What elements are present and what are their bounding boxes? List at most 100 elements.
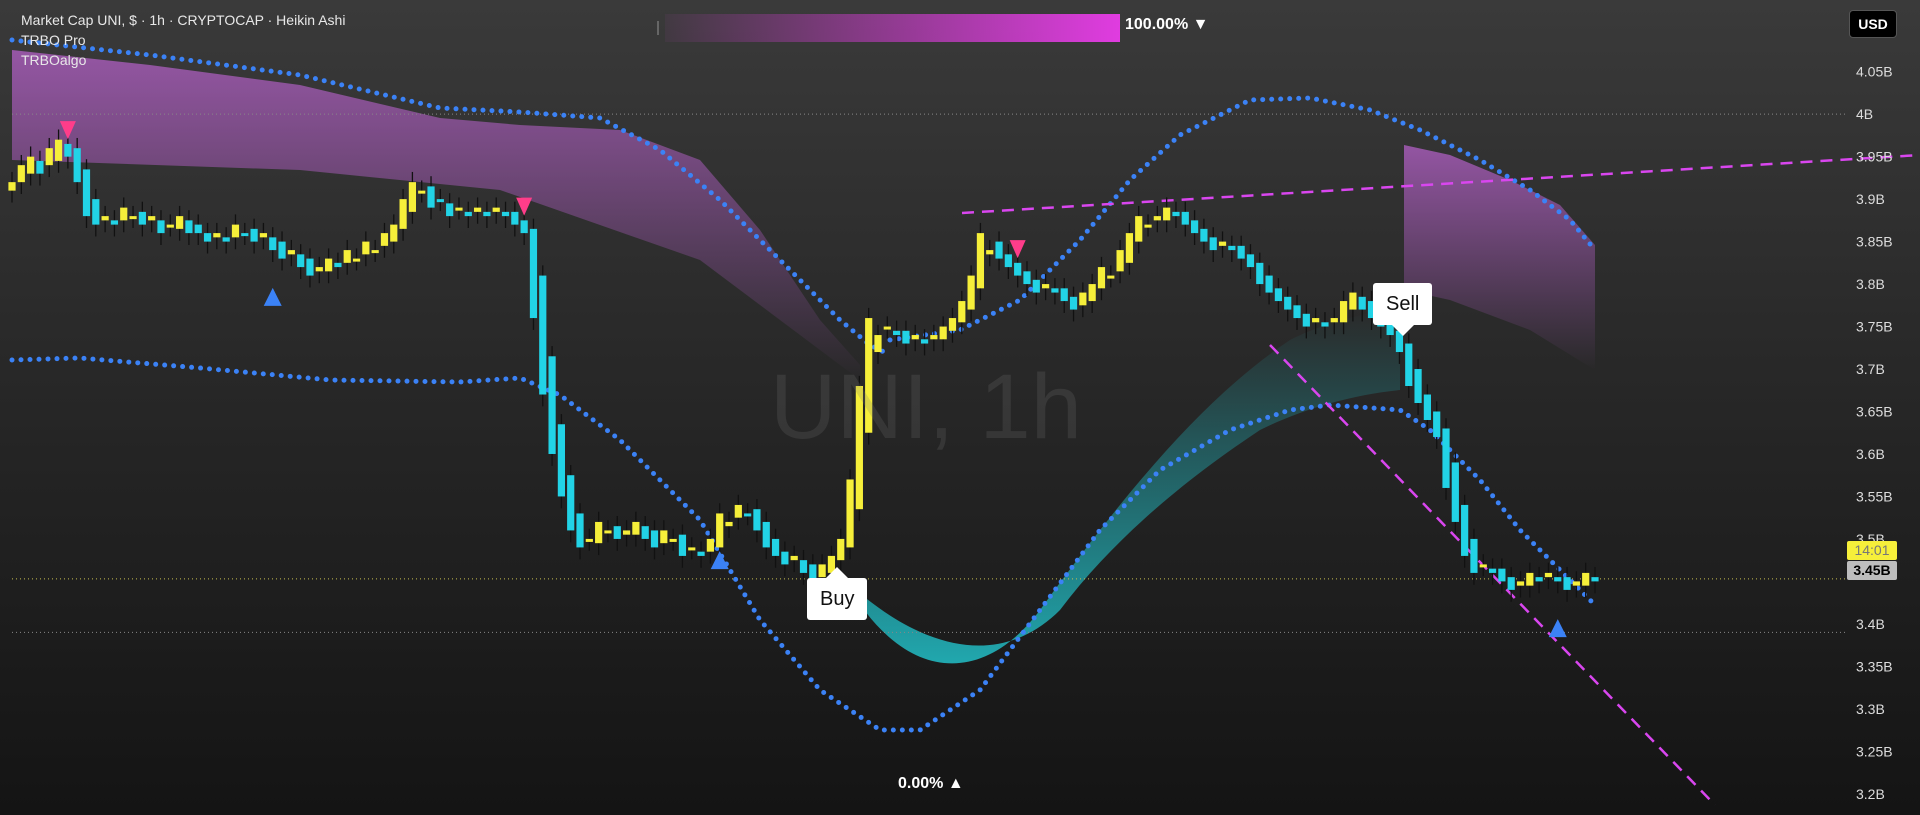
- candle-body: [1405, 343, 1413, 387]
- candle-body: [36, 160, 44, 174]
- candle-body: [315, 267, 323, 272]
- candle-body: [697, 551, 705, 556]
- candle-body: [287, 250, 295, 255]
- candle-body: [231, 224, 240, 238]
- candle-body: [222, 237, 230, 242]
- candle-body: [548, 356, 556, 454]
- candle-body: [1014, 262, 1022, 276]
- candle-body: [8, 182, 16, 191]
- candle-body: [1032, 279, 1040, 293]
- candle-body: [176, 216, 184, 229]
- candle-body: [64, 143, 72, 157]
- up-arrow-marker: [1548, 619, 1567, 638]
- down-marker: [1009, 240, 1026, 259]
- candle-body: [1312, 318, 1320, 323]
- candle-body: [269, 237, 277, 251]
- price-axis-tick: 3.4B: [1856, 616, 1885, 632]
- price-axis[interactable]: 4.1B4.05B4B3.95B3.9B3.85B3.8B3.75B3.7B3.…: [1856, 21, 1893, 802]
- candle-body: [613, 526, 621, 539]
- candle-body: [948, 318, 957, 331]
- price-axis-tick: 4.05B: [1856, 64, 1893, 80]
- candle-body: [1069, 296, 1078, 310]
- candle-body: [362, 241, 370, 255]
- candle-body: [920, 339, 929, 344]
- price-axis-tick: 3.3B: [1856, 701, 1885, 717]
- candle-body: [278, 241, 286, 259]
- price-axis-tick: 3.7B: [1856, 361, 1885, 377]
- candle-body: [110, 220, 119, 225]
- price-axis-tick: 3.8B: [1856, 276, 1885, 292]
- candle-body: [455, 207, 463, 211]
- sentiment-meter: [655, 14, 1120, 42]
- candle-body: [753, 509, 761, 531]
- candle-body: [54, 139, 63, 161]
- candle-body: [250, 228, 258, 242]
- candle-body: [148, 216, 156, 221]
- candle-body: [1209, 237, 1217, 251]
- candle-body: [1591, 577, 1599, 582]
- currency-button[interactable]: USD: [1849, 10, 1897, 38]
- candle-body: [660, 530, 668, 544]
- candle-body: [781, 551, 789, 565]
- candle-body: [762, 521, 770, 548]
- candle-body: [185, 220, 193, 234]
- up-arrow-marker: [263, 287, 282, 306]
- candle-body: [1116, 250, 1124, 272]
- candle-body: [678, 534, 687, 556]
- candle-body: [744, 513, 752, 517]
- candle-body: [1144, 224, 1152, 228]
- candle-body: [1051, 288, 1059, 293]
- candle-body: [1330, 318, 1338, 323]
- legend-indicator-2[interactable]: TRBOalgo: [21, 50, 345, 70]
- candle-body: [837, 538, 845, 561]
- candle-body: [883, 326, 891, 330]
- candle-body: [1498, 568, 1506, 582]
- candle-body: [73, 148, 81, 183]
- candle-body: [343, 250, 351, 263]
- candle-body: [1181, 211, 1189, 225]
- symbol-watermark: UNI, 1h: [770, 356, 1082, 458]
- candle-body: [1237, 245, 1245, 259]
- candle-body: [1153, 216, 1161, 221]
- candle-body: [213, 233, 221, 238]
- candle-body: [1302, 313, 1310, 327]
- buy-callout: Buy: [807, 567, 868, 620]
- candle-body: [641, 526, 649, 539]
- candle-body: [1451, 462, 1459, 522]
- candle-body: [473, 207, 482, 212]
- candle-body: [902, 330, 910, 344]
- candle-body: [446, 203, 454, 217]
- legend-indicator-1[interactable]: TRBO Pro: [21, 30, 345, 50]
- candle-body: [1284, 296, 1292, 310]
- candle-body: [911, 335, 919, 340]
- candle-body: [427, 186, 435, 208]
- candle-body: [595, 521, 603, 544]
- candle-body: [1218, 241, 1227, 246]
- candle-body: [27, 156, 35, 174]
- candle-body: [539, 275, 547, 395]
- candle-body: [576, 513, 584, 548]
- candle-body: [1125, 233, 1134, 263]
- candle-body: [45, 148, 53, 166]
- candle-body: [632, 521, 640, 535]
- candle-body: [1433, 411, 1441, 437]
- candle-body: [567, 475, 575, 531]
- candle-body: [734, 504, 742, 518]
- candle-body: [166, 224, 174, 228]
- candle-body: [1060, 288, 1068, 302]
- candle-body: [1516, 581, 1525, 586]
- candle-body: [1265, 275, 1273, 293]
- candle-body: [1479, 564, 1487, 568]
- legend-title[interactable]: Market Cap UNI, $ · 1h · CRYPTOCAP · Hei…: [21, 10, 345, 30]
- price-axis-tick: 3.55B: [1856, 488, 1893, 504]
- candle-body: [1535, 577, 1543, 582]
- candle-body: [976, 233, 985, 289]
- candle-body: [464, 211, 472, 217]
- candle-body: [501, 211, 510, 217]
- candle-body: [967, 275, 975, 310]
- candle-body: [390, 224, 398, 242]
- candle-body: [1135, 216, 1143, 242]
- candle-body: [958, 301, 966, 323]
- candle-body: [1079, 292, 1087, 306]
- candle-body: [352, 258, 361, 262]
